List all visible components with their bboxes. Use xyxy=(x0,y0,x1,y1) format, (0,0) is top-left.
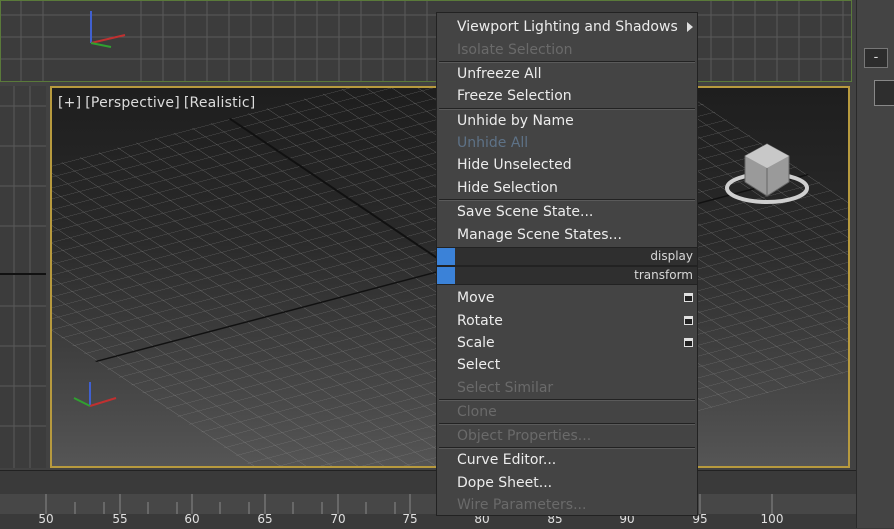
menu-item-freeze-selection[interactable]: Freeze Selection xyxy=(437,85,697,107)
left-viewport[interactable] xyxy=(0,86,46,468)
menu-item-object-properties: Object Properties... xyxy=(457,428,592,444)
submenu-arrow-icon xyxy=(687,22,693,32)
max-ui: [+] [Perspective] [Realistic] - 50 55 60 6… xyxy=(0,0,894,529)
left-viewport-grid xyxy=(0,86,46,468)
menu-item-label: Scale xyxy=(457,335,495,351)
menu-item-label: Rotate xyxy=(457,313,503,329)
quad-header-display: display xyxy=(437,247,697,266)
top-viewport[interactable] xyxy=(0,0,852,82)
menu-item-select[interactable]: Select xyxy=(437,354,697,376)
tick-label: 70 xyxy=(330,512,346,526)
menu-item-manage-scene-states[interactable]: Manage Scene States... xyxy=(437,224,697,246)
viewport-menu-plus[interactable]: [+] xyxy=(58,95,81,111)
menu-item-save-scene-state[interactable]: Save Scene State... xyxy=(437,201,697,223)
quad-accent xyxy=(437,267,455,284)
menu-item-hide-selection[interactable]: Hide Selection xyxy=(437,177,697,199)
menu-item-select-similar: Select Similar xyxy=(457,380,554,396)
top-axis-gizmo xyxy=(90,11,126,48)
panel-field[interactable] xyxy=(874,80,894,106)
viewport-point-of-view[interactable]: [Perspective] xyxy=(85,95,180,111)
menu-item-rotate[interactable]: Rotate xyxy=(437,310,697,332)
tick-label: 50 xyxy=(38,512,54,526)
tick-label: 65 xyxy=(257,512,273,526)
menu-item-clone: Clone xyxy=(457,404,497,420)
options-box-icon[interactable] xyxy=(684,316,693,325)
menu-item-hide-unselected[interactable]: Hide Unselected xyxy=(437,154,697,176)
menu-item-unhide-all[interactable]: Unhide All xyxy=(437,132,697,154)
menu-item-unhide-by-name[interactable]: Unhide by Name xyxy=(437,110,697,132)
menu-item-move[interactable]: Move xyxy=(437,287,697,309)
quad-menu: Viewport Lighting and Shadows Isolate Se… xyxy=(436,12,698,516)
menu-item-label: Move xyxy=(457,290,495,306)
tick-label: 100 xyxy=(760,512,784,526)
menu-item-dope-sheet[interactable]: Dope Sheet... xyxy=(437,472,697,494)
persp-axis-gizmo xyxy=(73,382,117,407)
menu-item-scale[interactable]: Scale xyxy=(437,332,697,354)
menu-item-label: Viewport Lighting and Shadows xyxy=(457,19,678,35)
track-ticks xyxy=(45,494,773,514)
menu-item-curve-editor[interactable]: Curve Editor... xyxy=(437,449,697,471)
menu-item-viewport-lighting[interactable]: Viewport Lighting and Shadows xyxy=(437,16,697,38)
quad-header-label: display xyxy=(650,249,693,263)
tick-label: 60 xyxy=(184,512,200,526)
options-box-icon[interactable] xyxy=(684,338,693,347)
collapse-button[interactable]: - xyxy=(864,48,888,68)
viewport-label[interactable]: [+] [Perspective] [Realistic] xyxy=(58,95,259,111)
quad-accent xyxy=(437,248,455,265)
quad-header-label: transform xyxy=(634,268,693,282)
menu-item-isolate-selection: Isolate Selection xyxy=(457,42,573,58)
tick-label: 75 xyxy=(402,512,418,526)
quad-header-transform: transform xyxy=(437,266,697,285)
tick-label: 55 xyxy=(112,512,128,526)
viewport-shading-mode[interactable]: [Realistic] xyxy=(184,95,256,111)
menu-item-wire-parameters: Wire Parameters... xyxy=(457,497,587,513)
options-box-icon[interactable] xyxy=(684,293,693,302)
track-bar[interactable] xyxy=(0,494,856,514)
top-viewport-grid xyxy=(1,1,851,81)
menu-item-unfreeze-all[interactable]: Unfreeze All xyxy=(437,63,697,85)
